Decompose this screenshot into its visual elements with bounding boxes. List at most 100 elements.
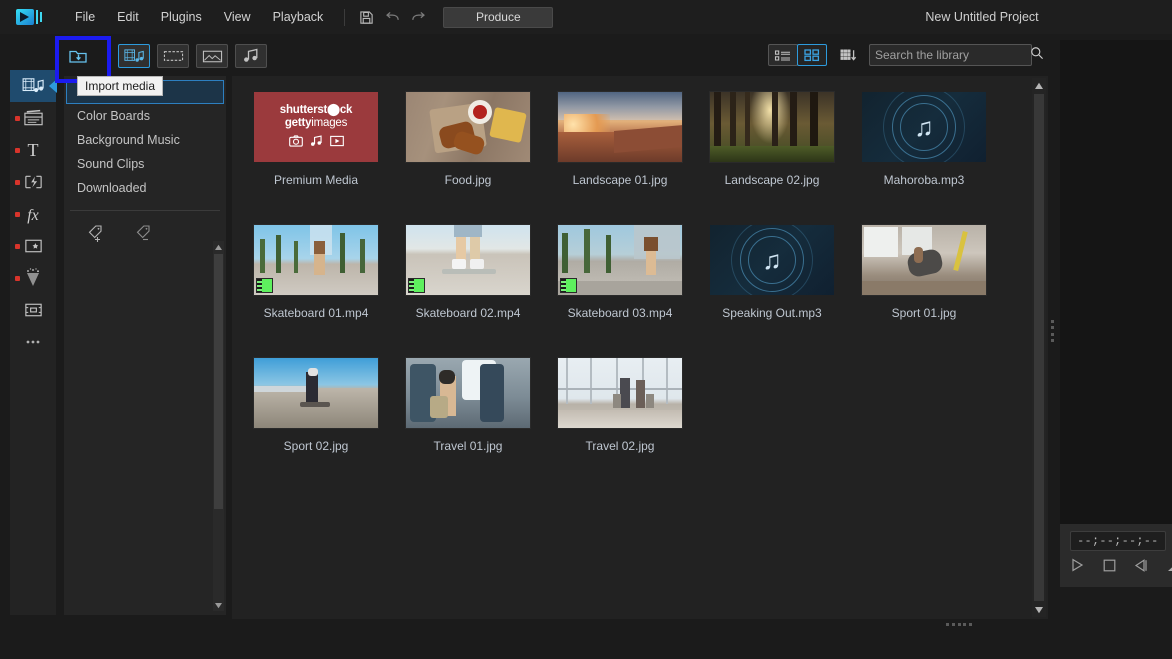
media-item-label: Skateboard 02.mp4 xyxy=(416,306,521,320)
images-light: images xyxy=(311,117,347,129)
save-icon[interactable] xyxy=(353,5,379,29)
image-thumbnail xyxy=(406,92,530,162)
media-scroll-thumb[interactable] xyxy=(1034,94,1044,601)
media-item[interactable]: Sport 02.jpg xyxy=(240,346,392,479)
menu-item-view[interactable]: View xyxy=(213,6,262,28)
menu-item-list: File Edit Plugins View Playback xyxy=(64,6,334,28)
bottom-strip xyxy=(0,627,1172,659)
media-filter-group xyxy=(118,44,274,68)
active-room-arrow xyxy=(49,79,57,93)
video-thumbnail xyxy=(254,225,378,295)
filter-audio-button[interactable] xyxy=(235,44,267,68)
scroll-up-arrow-icon[interactable] xyxy=(1034,79,1044,92)
new-badge-dot xyxy=(15,276,20,281)
new-badge-dot xyxy=(15,148,20,153)
sidebar-item-transition-room[interactable] xyxy=(10,166,56,198)
music-note-icon: ♫ xyxy=(762,247,782,273)
media-item[interactable]: ♫ Mahoroba.mp3 xyxy=(848,80,1000,213)
menu-item-playback[interactable]: Playback xyxy=(262,6,335,28)
filter-video-button[interactable] xyxy=(157,44,189,68)
grid-view-icon[interactable] xyxy=(797,44,827,66)
media-item[interactable]: Landscape 01.jpg xyxy=(544,80,696,213)
menu-item-edit[interactable]: Edit xyxy=(106,6,150,28)
sidebar-item-title-board[interactable] xyxy=(10,102,56,134)
thumbnail-wrapper xyxy=(406,92,530,162)
scroll-up-arrow-icon[interactable] xyxy=(214,242,223,252)
shutterstock-wordmark: shutterst⬤ck xyxy=(280,102,352,116)
media-item[interactable]: Skateboard 03.mp4 xyxy=(544,213,696,346)
menu-item-plugins[interactable]: Plugins xyxy=(150,6,213,28)
thumbnail-wrapper xyxy=(406,358,530,428)
category-scroll-thumb[interactable] xyxy=(214,254,223,509)
media-item-label: Premium Media xyxy=(274,173,358,187)
snapshot-icon[interactable] xyxy=(1164,556,1172,574)
sort-descending-icon[interactable] xyxy=(835,44,863,66)
previous-frame-icon[interactable] xyxy=(1132,556,1150,574)
timecode-display[interactable]: --;--;--;-- xyxy=(1070,531,1166,551)
sidebar-item-particle-room[interactable] xyxy=(10,262,56,294)
preview-video-surface[interactable] xyxy=(1060,40,1172,568)
search-input-wrapper[interactable] xyxy=(869,44,1032,66)
vertical-resize-grip[interactable] xyxy=(1050,320,1055,342)
scroll-down-arrow-icon[interactable] xyxy=(214,600,223,610)
media-item-label: Landscape 02.jpg xyxy=(725,173,820,187)
category-scrollbar[interactable] xyxy=(213,241,224,611)
room-rail: T fx xyxy=(10,70,56,615)
media-library-panel: shutterst⬤ck gettyimages xyxy=(232,76,1048,619)
play-icon[interactable] xyxy=(1068,556,1086,574)
menu-item-file[interactable]: File xyxy=(64,6,106,28)
media-item-label: Travel 02.jpg xyxy=(586,439,655,453)
sidebar-item-title-room[interactable]: T xyxy=(10,134,56,166)
media-item-label: Food.jpg xyxy=(445,173,492,187)
media-item[interactable]: Travel 02.jpg xyxy=(544,346,696,479)
list-view-icon[interactable] xyxy=(768,44,798,66)
media-item[interactable]: ♫ Speaking Out.mp3 xyxy=(696,213,848,346)
media-item[interactable]: Skateboard 02.mp4 xyxy=(392,213,544,346)
category-background-music[interactable]: Background Music xyxy=(64,128,226,152)
sidebar-item-more-rooms[interactable] xyxy=(10,326,56,358)
media-item[interactable]: Skateboard 01.mp4 xyxy=(240,213,392,346)
scroll-down-arrow-icon[interactable] xyxy=(1034,603,1044,616)
add-tag-icon[interactable] xyxy=(86,223,112,250)
category-downloaded[interactable]: Downloaded xyxy=(64,176,226,200)
search-input[interactable] xyxy=(875,48,1030,62)
search-icon[interactable] xyxy=(1030,46,1044,65)
toolbar-divider xyxy=(109,45,110,67)
redo-icon[interactable] xyxy=(405,5,431,29)
filter-all-media-button[interactable] xyxy=(118,44,150,68)
media-item[interactable]: Landscape 02.jpg xyxy=(696,80,848,213)
audio-thumbnail: ♫ xyxy=(710,225,834,295)
sidebar-item-media-library[interactable] xyxy=(10,70,56,102)
media-item-label: Mahoroba.mp3 xyxy=(884,173,965,187)
import-media-icon[interactable] xyxy=(62,44,94,68)
media-item-label: Landscape 01.jpg xyxy=(573,173,668,187)
media-item-label: Speaking Out.mp3 xyxy=(722,306,821,320)
undo-icon[interactable] xyxy=(379,5,405,29)
menu-bar: File Edit Plugins View Playback Produce … xyxy=(0,0,1172,34)
media-item[interactable]: shutterst⬤ck gettyimages xyxy=(240,80,392,213)
remove-tag-icon[interactable] xyxy=(134,223,160,250)
view-controls xyxy=(768,44,1032,66)
sidebar-item-effect-room[interactable]: fx xyxy=(10,198,56,230)
image-thumbnail xyxy=(254,358,378,428)
media-item[interactable]: Food.jpg xyxy=(392,80,544,213)
thumbnail-wrapper xyxy=(862,225,986,295)
media-item[interactable]: Sport 01.jpg xyxy=(848,213,1000,346)
image-thumbnail xyxy=(558,92,682,162)
image-thumbnail xyxy=(406,358,530,428)
app-logo-icon[interactable] xyxy=(16,7,50,27)
project-title: New Untitled Project xyxy=(792,0,1172,34)
media-item[interactable]: Travel 01.jpg xyxy=(392,346,544,479)
stop-icon[interactable] xyxy=(1100,556,1118,574)
media-grid-scrollbar[interactable] xyxy=(1032,78,1046,617)
filter-image-button[interactable] xyxy=(196,44,228,68)
sidebar-item-overlay-room[interactable] xyxy=(10,230,56,262)
category-color-boards[interactable]: Color Boards xyxy=(64,104,226,128)
new-badge-dot xyxy=(15,244,20,249)
tag-actions xyxy=(64,211,226,250)
produce-button[interactable]: Produce xyxy=(443,7,553,28)
sidebar-item-subtitle-room[interactable] xyxy=(10,294,56,326)
import-media-tooltip: Import media xyxy=(77,76,163,96)
category-sound-clips[interactable]: Sound Clips xyxy=(64,152,226,176)
media-grid: shutterst⬤ck gettyimages xyxy=(240,80,1024,479)
